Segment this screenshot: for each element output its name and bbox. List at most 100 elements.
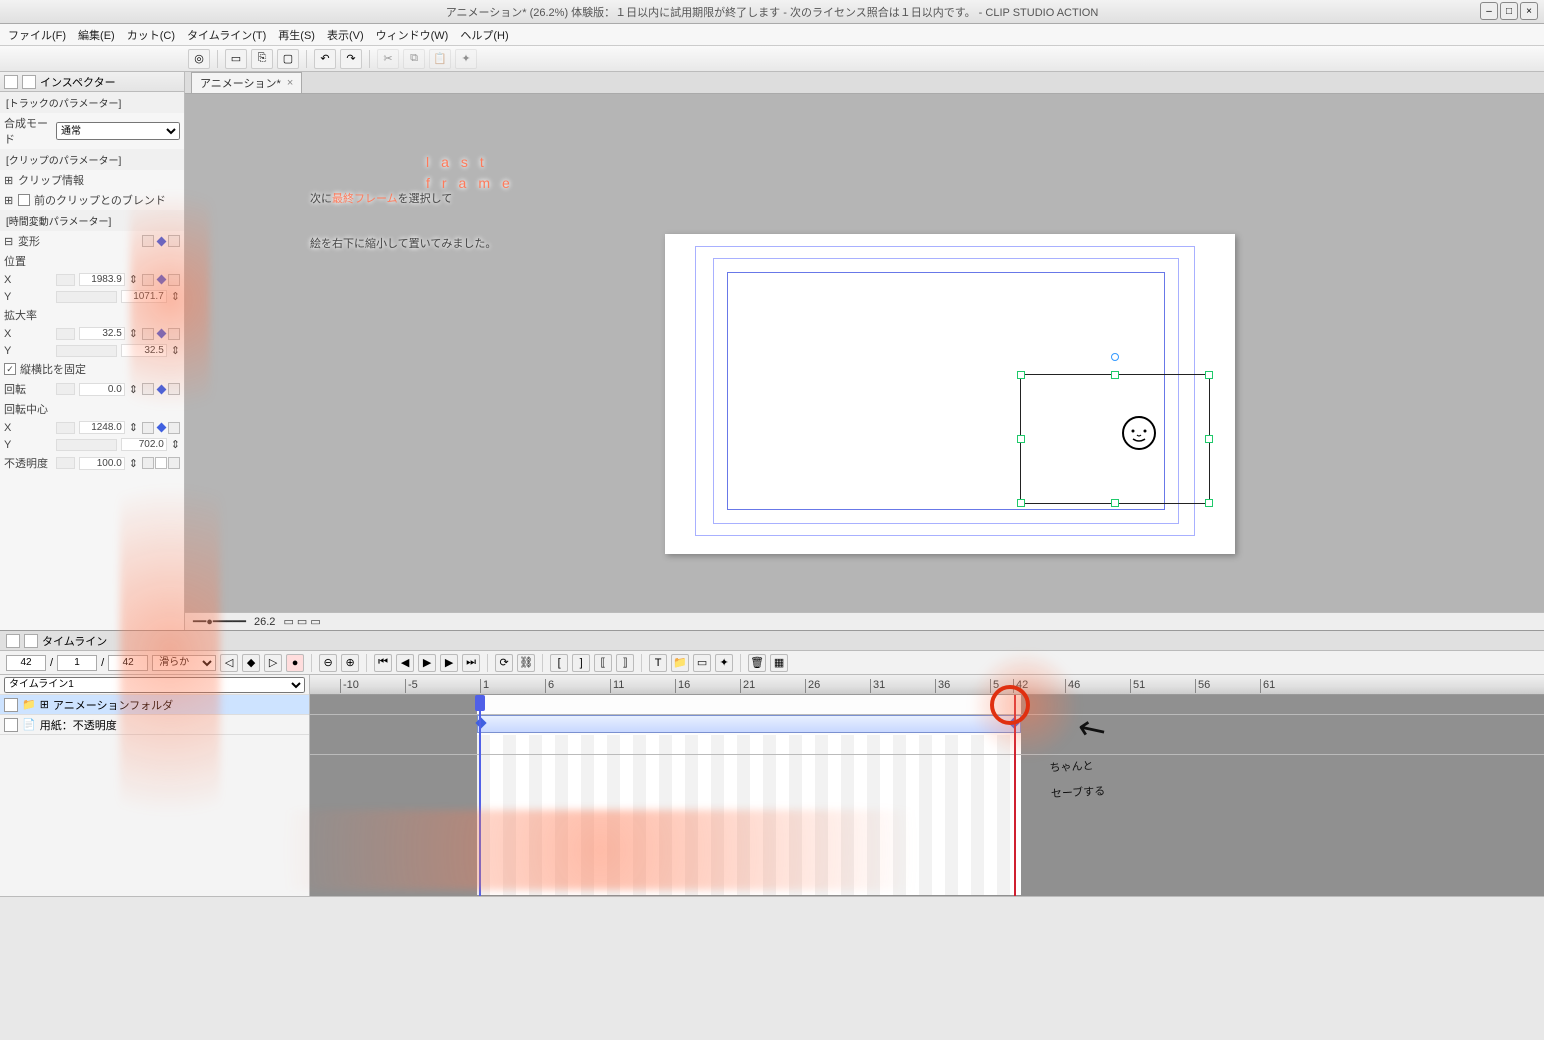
- menu-cut[interactable]: カット(C): [127, 27, 175, 43]
- visibility-icon[interactable]: [4, 698, 18, 712]
- key-diamond-icon[interactable]: [155, 274, 167, 286]
- zoom-in-icon[interactable]: ⊕: [341, 654, 359, 672]
- menu-file[interactable]: ファイル(F): [8, 27, 66, 43]
- step-fwd-icon[interactable]: ▶: [440, 654, 458, 672]
- blend-mode-select[interactable]: 通常: [56, 122, 180, 140]
- key-prev[interactable]: [142, 422, 154, 434]
- kf-next-icon[interactable]: ▷: [264, 654, 282, 672]
- close-button[interactable]: ×: [1520, 2, 1538, 20]
- key-next[interactable]: [168, 457, 180, 469]
- clip[interactable]: [477, 715, 1021, 733]
- goto-start-icon[interactable]: ⏮: [374, 654, 392, 672]
- key-next[interactable]: [168, 328, 180, 340]
- key-empty[interactable]: [155, 457, 167, 469]
- timeline-area[interactable]: -10 -5 1 6 11 16 21 26 31 36 5 42 46 51 …: [310, 675, 1544, 896]
- key-prev[interactable]: [142, 235, 154, 247]
- handle-br[interactable]: [1205, 499, 1213, 507]
- key-next[interactable]: [168, 383, 180, 395]
- kf-diamond-icon[interactable]: ◆: [242, 654, 260, 672]
- handle-mr[interactable]: [1205, 435, 1213, 443]
- new-file-icon[interactable]: ▭: [225, 49, 247, 69]
- marker-in-icon[interactable]: [: [550, 654, 568, 672]
- menu-edit[interactable]: 編集(E): [78, 27, 115, 43]
- scale-x-value[interactable]: 32.5: [79, 327, 125, 340]
- marker-in2-icon[interactable]: ⟦: [594, 654, 612, 672]
- zoom-value[interactable]: 26.2: [254, 616, 275, 628]
- rc-y-value[interactable]: 702.0: [121, 438, 167, 451]
- zoom-slider[interactable]: ━━●━━━━━: [193, 615, 246, 628]
- link-icon[interactable]: ⛓: [517, 654, 535, 672]
- redo-icon[interactable]: ↷: [340, 49, 362, 69]
- frame-mid[interactable]: [57, 655, 97, 671]
- menu-help[interactable]: ヘルプ(H): [460, 27, 508, 43]
- key-prev[interactable]: [142, 328, 154, 340]
- document-tab[interactable]: アニメーション* ×: [191, 72, 302, 93]
- layer-icon[interactable]: ▭: [693, 654, 711, 672]
- selection-box[interactable]: [1020, 374, 1210, 504]
- play-icon[interactable]: ▶: [418, 654, 436, 672]
- marker-out-icon[interactable]: ]: [572, 654, 590, 672]
- zoom-out-icon[interactable]: ⊖: [319, 654, 337, 672]
- handle-tl[interactable]: [1017, 371, 1025, 379]
- key-prev[interactable]: [142, 274, 154, 286]
- tool-spiral-icon[interactable]: ◎: [188, 49, 210, 69]
- undo-icon[interactable]: ↶: [314, 49, 336, 69]
- timeline-select[interactable]: タイムライン1: [4, 677, 305, 693]
- key-next[interactable]: [168, 235, 180, 247]
- handle-bm[interactable]: [1111, 499, 1119, 507]
- folder-icon[interactable]: 📁: [671, 654, 689, 672]
- menu-window[interactable]: ウィンドウ(W): [376, 27, 449, 43]
- track-lane[interactable]: [310, 695, 1544, 715]
- panel-tab[interactable]: インスペクター: [0, 72, 184, 92]
- end-marker[interactable]: [1010, 695, 1020, 896]
- key-diamond-icon[interactable]: [155, 235, 167, 247]
- frame-current[interactable]: [6, 655, 46, 671]
- kf-prev-icon[interactable]: ◁: [220, 654, 238, 672]
- menu-play[interactable]: 再生(S): [278, 27, 315, 43]
- track-row[interactable]: 📄用紙：不透明度: [0, 715, 309, 735]
- canvas[interactable]: [185, 94, 1544, 612]
- settings-icon[interactable]: ▦: [770, 654, 788, 672]
- menu-timeline[interactable]: タイムライン(T): [187, 27, 266, 43]
- trash-icon[interactable]: 🗑: [748, 654, 766, 672]
- zoom-controls[interactable]: ▭ ▭ ▭: [283, 615, 320, 628]
- menu-view[interactable]: 表示(V): [327, 27, 364, 43]
- handle-ml[interactable]: [1017, 435, 1025, 443]
- track-lane2[interactable]: [310, 735, 1544, 755]
- timeline-ruler[interactable]: -10 -5 1 6 11 16 21 26 31 36 5 42 46 51 …: [310, 675, 1544, 695]
- track-row[interactable]: 📁⊞アニメーションフォルダ: [0, 695, 309, 715]
- paste-icon[interactable]: 📋: [429, 49, 451, 69]
- step-back-icon[interactable]: ◀: [396, 654, 414, 672]
- minimize-button[interactable]: –: [1480, 2, 1498, 20]
- open-file-icon[interactable]: ⎘: [251, 49, 273, 69]
- close-icon[interactable]: ×: [287, 77, 293, 89]
- handle-bl[interactable]: [1017, 499, 1025, 507]
- delete-icon[interactable]: ✦: [455, 49, 477, 69]
- key-diamond-icon[interactable]: [155, 328, 167, 340]
- clip-info-label[interactable]: クリップ情報: [18, 172, 84, 188]
- maximize-button[interactable]: □: [1500, 2, 1518, 20]
- copy-icon[interactable]: ⧉: [403, 49, 425, 69]
- opacity-value[interactable]: 100.0: [79, 457, 125, 470]
- loop-icon[interactable]: ⟳: [495, 654, 513, 672]
- save-icon[interactable]: ▢: [277, 49, 299, 69]
- frame-end[interactable]: [108, 655, 148, 671]
- interp-select[interactable]: 滑らか: [152, 655, 216, 671]
- text-icon[interactable]: T: [649, 654, 667, 672]
- visibility-icon[interactable]: [4, 718, 18, 732]
- key-next[interactable]: [168, 422, 180, 434]
- pos-x-value[interactable]: 1983.9: [79, 273, 125, 286]
- key-prev[interactable]: [142, 457, 154, 469]
- effect-icon[interactable]: ✦: [715, 654, 733, 672]
- key-diamond-icon[interactable]: [155, 422, 167, 434]
- key-diamond-icon[interactable]: [155, 383, 167, 395]
- transform-label[interactable]: 変形: [18, 233, 40, 249]
- rotation-value[interactable]: 0.0: [79, 383, 125, 396]
- key-next[interactable]: [168, 274, 180, 286]
- marker-out2-icon[interactable]: ⟧: [616, 654, 634, 672]
- scale-y-value[interactable]: 32.5: [121, 344, 167, 357]
- goto-end-icon[interactable]: ⏭: [462, 654, 480, 672]
- lock-aspect-check[interactable]: ✓: [4, 363, 16, 375]
- handle-tm[interactable]: [1111, 371, 1119, 379]
- playhead[interactable]: [475, 695, 485, 896]
